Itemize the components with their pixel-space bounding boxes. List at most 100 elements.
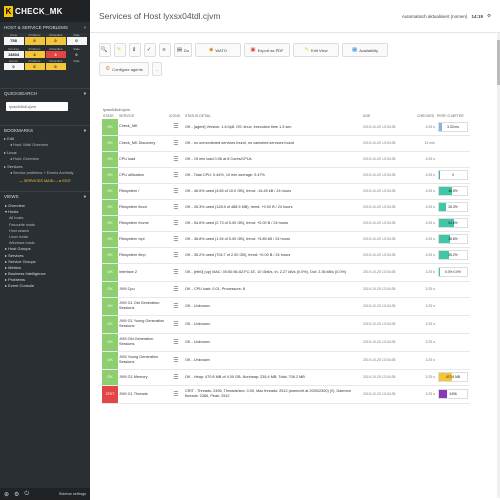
view-button[interactable]: ▤ Do (174, 43, 192, 57)
tactical-cell[interactable]: Stale 0 (66, 47, 87, 58)
logo[interactable]: K CHECK_MK (0, 0, 90, 22)
availability-button[interactable]: ▦ Availability (342, 43, 388, 57)
config-button[interactable]: ⚙ Configure agents (99, 62, 149, 76)
service-name[interactable]: Filesystem /tmp (118, 247, 168, 264)
tactical-cell[interactable]: Problems 0 (24, 59, 45, 70)
tactical-cell[interactable]: Stale (66, 59, 87, 70)
table-row[interactable]: OK CPU load ☰ OK - 15 min load 0.06 at 8 Co… (102, 151, 470, 168)
perf-o-meter[interactable]: 26.3% (438, 202, 468, 212)
wato-button[interactable]: ◆ WATO (195, 43, 241, 57)
table-row[interactable]: OK JVM G1 Memory ☰ OK - Heap: 470.8 MB of 4… (102, 369, 470, 386)
bookmark-folder[interactable]: ▸ Linux (0, 149, 90, 156)
perf-o-meter[interactable]: 3.33 ms (438, 121, 468, 132)
bookmark-link[interactable]: ◂ Service problems + Events Archivity (0, 170, 90, 177)
menu-icon[interactable]: ☰ (168, 151, 184, 168)
menu-icon[interactable]: ☰ (168, 119, 184, 136)
views-folder[interactable]: ▸ Event Console (0, 283, 90, 289)
refresh-status[interactable]: Automatisch aktualisiert (nomen) (402, 14, 468, 19)
plus-icon[interactable]: ⊕ (4, 491, 9, 498)
service-name[interactable]: JVM G1 Old Generation Sessions (118, 297, 168, 316)
more-button[interactable]: ... (152, 62, 162, 76)
service-name[interactable]: Interface 2 (118, 263, 168, 282)
check-button[interactable]: ✓ (144, 43, 156, 57)
power-icon[interactable]: ⏻ (24, 491, 29, 498)
menu-icon[interactable]: ☰ (168, 135, 184, 152)
bookmark-folder[interactable]: ▸ Services (0, 163, 90, 170)
pencil-button[interactable]: ✎ (114, 43, 126, 57)
overview-title[interactable]: Host & Service problems ▾ (0, 22, 90, 33)
menu-icon[interactable]: ☰ (168, 183, 184, 200)
export-button[interactable]: ▣ Export as PDF (244, 43, 290, 57)
edit-view-button[interactable]: ✎ Edit View (293, 43, 339, 57)
bookmark-link[interactable]: ◂ Host: Overview (0, 156, 90, 163)
service-name[interactable]: Filesystem /boot (118, 199, 168, 216)
menu-icon[interactable]: ☰ (168, 369, 184, 386)
menu-icon[interactable]: ☰ (168, 333, 184, 352)
table-row[interactable]: OK JVM G1 Old Generation Sessions ☰ OK - Un… (102, 297, 470, 316)
service-name[interactable]: Filesystem /opt (118, 231, 168, 248)
bookmark-folder[interactable]: ▸ Edit (0, 135, 90, 142)
table-row[interactable]: CRIT JVM G1 Threads ☰ CRIT - Threads: 2496,… (102, 385, 470, 404)
info-button[interactable]: ℹ (129, 43, 141, 57)
menu-icon[interactable]: ☰ (168, 263, 184, 282)
menu-icon[interactable]: ☰ (168, 315, 184, 334)
table-row[interactable]: OK Interface 2 ☰ OK - [eth0] (up) MAC: 00:5… (102, 263, 470, 282)
tactical-value[interactable]: 0 (66, 37, 87, 45)
tactical-value[interactable]: 0 (24, 37, 45, 45)
table-row[interactable]: OK JVM Young Generation Sessions ☰ OK - Unk… (102, 351, 470, 370)
table-row[interactable]: OK Filesystem /boot ☰ OK - 26.3% used (128.… (102, 199, 470, 216)
tactical-value[interactable]: 758 (3, 37, 24, 45)
host-group-label[interactable]: lyxsx04tdl.cjvm (0, 96, 130, 112)
service-name[interactable]: Check_MK (118, 119, 168, 136)
table-row[interactable]: OK Check_MK ☰ OK - [agent] Version: 1.6.0p8… (102, 119, 470, 136)
service-name[interactable]: JVM G1 Young Generation Sessions (118, 315, 168, 334)
service-name[interactable]: Check_MK Discovery (118, 135, 168, 152)
service-name[interactable]: CPU utilization (118, 167, 168, 184)
tactical-cell[interactable]: Events 0 (3, 59, 24, 70)
table-row[interactable]: OK Filesystem /home ☰ OK - 54.6% used (2.73… (102, 215, 470, 232)
perf-o-meter[interactable]: 54.6% (438, 218, 468, 228)
gear-icon[interactable]: ⚙ (14, 491, 19, 498)
tactical-value[interactable]: 0 (45, 37, 66, 45)
perf-o-meter[interactable]: 0 (438, 170, 468, 180)
bookmark-link[interactable]: ◂ Host: 04tdl Overview (0, 142, 90, 149)
sidebar-settings-link[interactable]: Sidebar settings (59, 492, 86, 496)
service-name[interactable]: JVM G1 Memory (118, 369, 168, 386)
tactical-cell[interactable]: Unhandled 0 (45, 59, 66, 70)
tactical-cell[interactable]: Unhandled 3 (45, 47, 66, 58)
menu-icon[interactable]: ☰ (168, 215, 184, 232)
table-row[interactable]: OK Filesystem / ☰ OK - 46.5% used (4.65 of … (102, 183, 470, 200)
service-name[interactable]: JVM Young Generation Sessions (118, 351, 168, 370)
service-name[interactable]: CPU load (118, 151, 168, 168)
table-row[interactable]: OK JVM Old Generation Sessions ☰ OK - Unkno… (102, 333, 470, 352)
tactical-cell[interactable]: Problems 4 (24, 47, 45, 58)
service-name[interactable]: JVM G1 Threads (118, 385, 168, 404)
menu-icon[interactable]: ☰ (168, 167, 184, 184)
service-name[interactable]: JVM Cpu (118, 281, 168, 298)
menu-icon[interactable]: ☰ (168, 247, 184, 264)
service-name[interactable]: Filesystem /home (118, 215, 168, 232)
perf-o-meter[interactable]: 0.0% 0.0% (438, 267, 468, 277)
table-row[interactable]: OK CPU utilization ☰ OK - Total CPU: 0.44%,… (102, 167, 470, 184)
table-row[interactable]: OK Filesystem /opt ☰ OK - 38.8% used (1.94 … (102, 231, 470, 248)
menu-icon[interactable]: ☰ (168, 281, 184, 298)
views-title[interactable]: Views ▾ (0, 191, 90, 201)
table-row[interactable]: OK JVM Cpu ☰ OK - CPU load: 0.01, Processor… (102, 281, 470, 298)
service-name[interactable]: Filesystem / (118, 183, 168, 200)
menu-icon[interactable]: ☰ (168, 297, 184, 316)
perf-o-meter[interactable]: 35.2% (438, 250, 468, 260)
table-row[interactable]: OK Check_MK Discovery ☰ OK - no unmonitored… (102, 135, 470, 152)
bookmarks-title[interactable]: Bookmarks ▾ (0, 125, 90, 135)
menu-icon[interactable]: ☰ (168, 199, 184, 216)
list-button[interactable]: ≡ (159, 43, 171, 57)
perf-o-meter[interactable]: 46.5% (438, 186, 468, 196)
table-row[interactable]: OK JVM G1 Young Generation Sessions ☰ OK - … (102, 315, 470, 334)
perf-o-meter[interactable]: 470.8 MB (438, 372, 468, 382)
perf-o-meter[interactable]: 38.8% (438, 234, 468, 244)
menu-icon[interactable]: ☰ (168, 351, 184, 370)
settings-icon[interactable]: ⚙ (487, 13, 491, 19)
menu-icon[interactable]: ☰ (168, 385, 184, 404)
search-button[interactable]: 🔍 (99, 43, 111, 57)
perf-o-meter[interactable]: 2496 (438, 389, 468, 399)
menu-icon[interactable]: ☰ (168, 231, 184, 248)
